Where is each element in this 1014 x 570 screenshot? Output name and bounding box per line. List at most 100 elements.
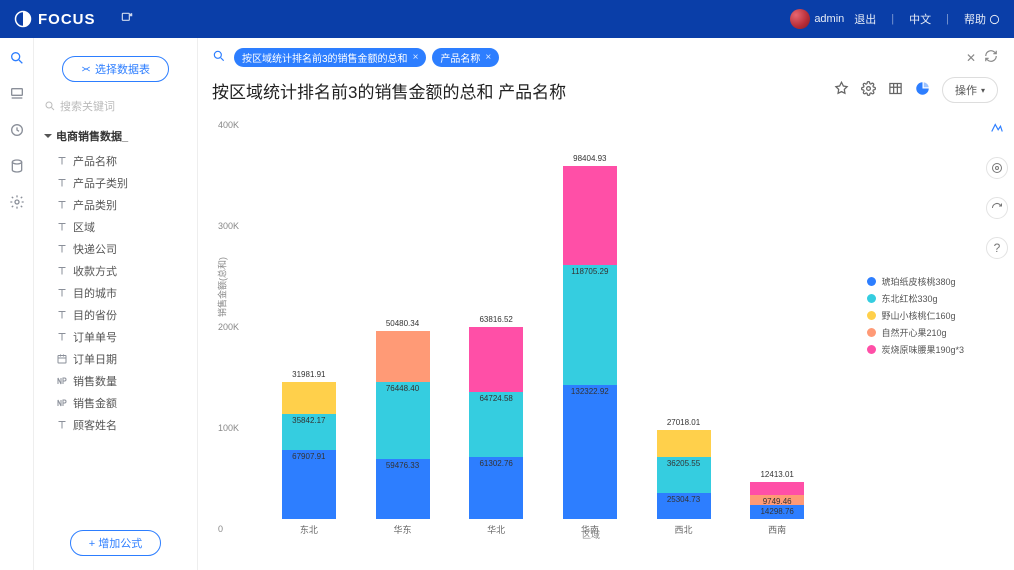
nav-rail xyxy=(0,38,34,570)
field-search-placeholder: 搜索关键词 xyxy=(60,98,115,114)
language-link[interactable]: 中文 xyxy=(909,11,931,27)
nav-history-icon[interactable] xyxy=(9,122,25,138)
bar-segment[interactable]: 64724.58 xyxy=(469,392,523,457)
legend-item[interactable]: 野山小核桃仁160g xyxy=(867,309,964,322)
bar-segment[interactable]: 27018.01 xyxy=(657,430,711,457)
bar-column[interactable]: 12413.019749.4614298.76西南 xyxy=(750,482,804,519)
bar-segment[interactable]: 61302.76 xyxy=(469,457,523,519)
field-item[interactable]: 目的省份 xyxy=(42,304,189,326)
chip-label: 产品名称 xyxy=(440,50,480,65)
field-item[interactable]: 产品类别 xyxy=(42,194,189,216)
refresh-icon[interactable] xyxy=(984,49,998,66)
legend-label: 野山小核桃仁160g xyxy=(881,309,955,322)
add-formula-button[interactable]: + 增加公式 xyxy=(70,530,161,556)
nav-search-icon[interactable] xyxy=(9,50,25,66)
legend-swatch xyxy=(867,345,876,354)
nav-pin-icon[interactable] xyxy=(9,86,25,102)
field-item[interactable]: 销售数量 xyxy=(42,370,189,392)
query-search-icon[interactable] xyxy=(212,49,226,66)
bar-column[interactable]: 50480.3476448.4059476.33华东 xyxy=(376,331,430,519)
select-table-button[interactable]: 选择数据表 xyxy=(62,56,169,82)
x-axis-label: 区域 xyxy=(582,528,600,541)
chart-refresh-icon[interactable] xyxy=(986,197,1008,219)
bar-segment[interactable]: 67907.91 xyxy=(282,450,336,519)
legend-label: 炭烧原味腰果190g*3 xyxy=(881,343,964,356)
title-row: 按区域统计排名前3的销售金额的总和 产品名称 操作▾ xyxy=(198,73,1014,107)
bar-segment[interactable]: 50480.34 xyxy=(376,331,430,382)
query-bar: 按区域统计排名前3的销售金额的总和× 产品名称 × ✕ xyxy=(198,38,1014,73)
user-menu[interactable]: admin xyxy=(790,9,844,29)
bar-segment[interactable]: 14298.76 xyxy=(750,505,804,519)
chip-remove-icon[interactable]: × xyxy=(413,52,419,63)
field-label: 销售数量 xyxy=(73,373,117,389)
bar-value-label: 63816.52 xyxy=(479,315,512,324)
query-chip[interactable]: 产品名称 × xyxy=(432,48,499,67)
bar-value-label: 61302.76 xyxy=(479,459,512,468)
field-label: 订单日期 xyxy=(73,351,117,367)
query-chip[interactable]: 按区域统计排名前3的销售金额的总和× xyxy=(234,48,426,67)
bar-column[interactable]: 98404.93118705.29132322.92华南 xyxy=(563,166,617,519)
field-item[interactable]: 订单单号 xyxy=(42,326,189,348)
bar-segment[interactable]: 98404.93 xyxy=(563,166,617,265)
bar-column[interactable]: 63816.5264724.5861302.76华北 xyxy=(469,327,523,519)
bar-segment[interactable]: 25304.73 xyxy=(657,493,711,519)
legend-item[interactable]: 炭烧原味腰果190g*3 xyxy=(867,343,964,356)
field-label: 区域 xyxy=(73,219,95,235)
bar-segment[interactable]: 36205.55 xyxy=(657,457,711,494)
legend-item[interactable]: 琥珀纸皮核桃380g xyxy=(867,275,964,288)
config-icon[interactable] xyxy=(861,81,876,99)
app-header: FOCUS admin 退出 | 中文 | 帮助 xyxy=(0,0,1014,38)
nav-settings-icon[interactable] xyxy=(9,194,25,210)
bar-segment[interactable]: 76448.40 xyxy=(376,382,430,459)
field-item[interactable]: 订单日期 xyxy=(42,348,189,370)
avatar xyxy=(790,9,810,29)
pin-icon[interactable] xyxy=(834,81,849,99)
field-search[interactable]: 搜索关键词 xyxy=(44,98,187,114)
table-node[interactable]: 电商销售数据_ xyxy=(44,128,189,144)
bar-segment[interactable]: 35842.17 xyxy=(282,414,336,450)
chart-help-icon[interactable]: ? xyxy=(986,237,1008,259)
field-item[interactable]: 顾客姓名 xyxy=(42,414,189,436)
clear-query-icon[interactable]: ✕ xyxy=(966,51,976,65)
bar-segment[interactable]: 63816.52 xyxy=(469,327,523,391)
help-link[interactable]: 帮助 xyxy=(964,11,1000,27)
table-view-icon[interactable] xyxy=(888,81,903,99)
edit-icon[interactable] xyxy=(120,11,134,28)
field-item[interactable]: 销售金额 xyxy=(42,392,189,414)
bar-value-label: 31981.91 xyxy=(292,370,325,379)
bar-column[interactable]: 31981.9135842.1767907.91东北 xyxy=(282,382,336,519)
field-item[interactable]: 产品名称 xyxy=(42,150,189,172)
chart-tool-rail: ? xyxy=(986,117,1008,259)
legend-item[interactable]: 东北红松330g xyxy=(867,292,964,305)
bar-segment[interactable]: 118705.29 xyxy=(563,265,617,385)
chart-settings-icon[interactable] xyxy=(986,157,1008,179)
field-item[interactable]: 目的城市 xyxy=(42,282,189,304)
bar-segment[interactable]: 12413.01 xyxy=(750,482,804,495)
bar-value-label: 132322.92 xyxy=(571,387,609,396)
bar-value-label: 64724.58 xyxy=(479,394,512,403)
x-tick: 西北 xyxy=(674,523,692,536)
plot-area: 31981.9135842.1767907.91东北 50480.3476448.… xyxy=(262,115,824,519)
bar-segment[interactable]: 59476.33 xyxy=(376,459,430,519)
bar-segment[interactable]: 31981.91 xyxy=(282,382,336,414)
field-item[interactable]: 产品子类别 xyxy=(42,172,189,194)
bar-segment[interactable]: 9749.46 xyxy=(750,495,804,505)
legend-swatch xyxy=(867,311,876,320)
field-item[interactable]: 快递公司 xyxy=(42,238,189,260)
field-item[interactable]: 收款方式 xyxy=(42,260,189,282)
legend-swatch xyxy=(867,328,876,337)
brand-text: FOCUS xyxy=(38,11,96,28)
chart-edit-icon[interactable] xyxy=(986,117,1008,139)
bar-column[interactable]: 27018.0136205.5525304.73西北 xyxy=(657,430,711,519)
field-item[interactable]: 区域 xyxy=(42,216,189,238)
operations-button[interactable]: 操作▾ xyxy=(942,77,998,103)
chip-remove-icon[interactable]: × xyxy=(485,52,491,63)
field-label: 目的城市 xyxy=(73,285,117,301)
bar-segment[interactable]: 132322.92 xyxy=(563,385,617,519)
bar-value-label: 59476.33 xyxy=(386,461,419,470)
logout-link[interactable]: 退出 xyxy=(854,11,876,27)
nav-data-icon[interactable] xyxy=(9,158,25,174)
field-tree: 电商销售数据_ 产品名称产品子类别产品类别区域快递公司收款方式目的城市目的省份订… xyxy=(34,124,197,522)
legend-item[interactable]: 自然开心果210g xyxy=(867,326,964,339)
chart-view-icon[interactable] xyxy=(915,81,930,99)
